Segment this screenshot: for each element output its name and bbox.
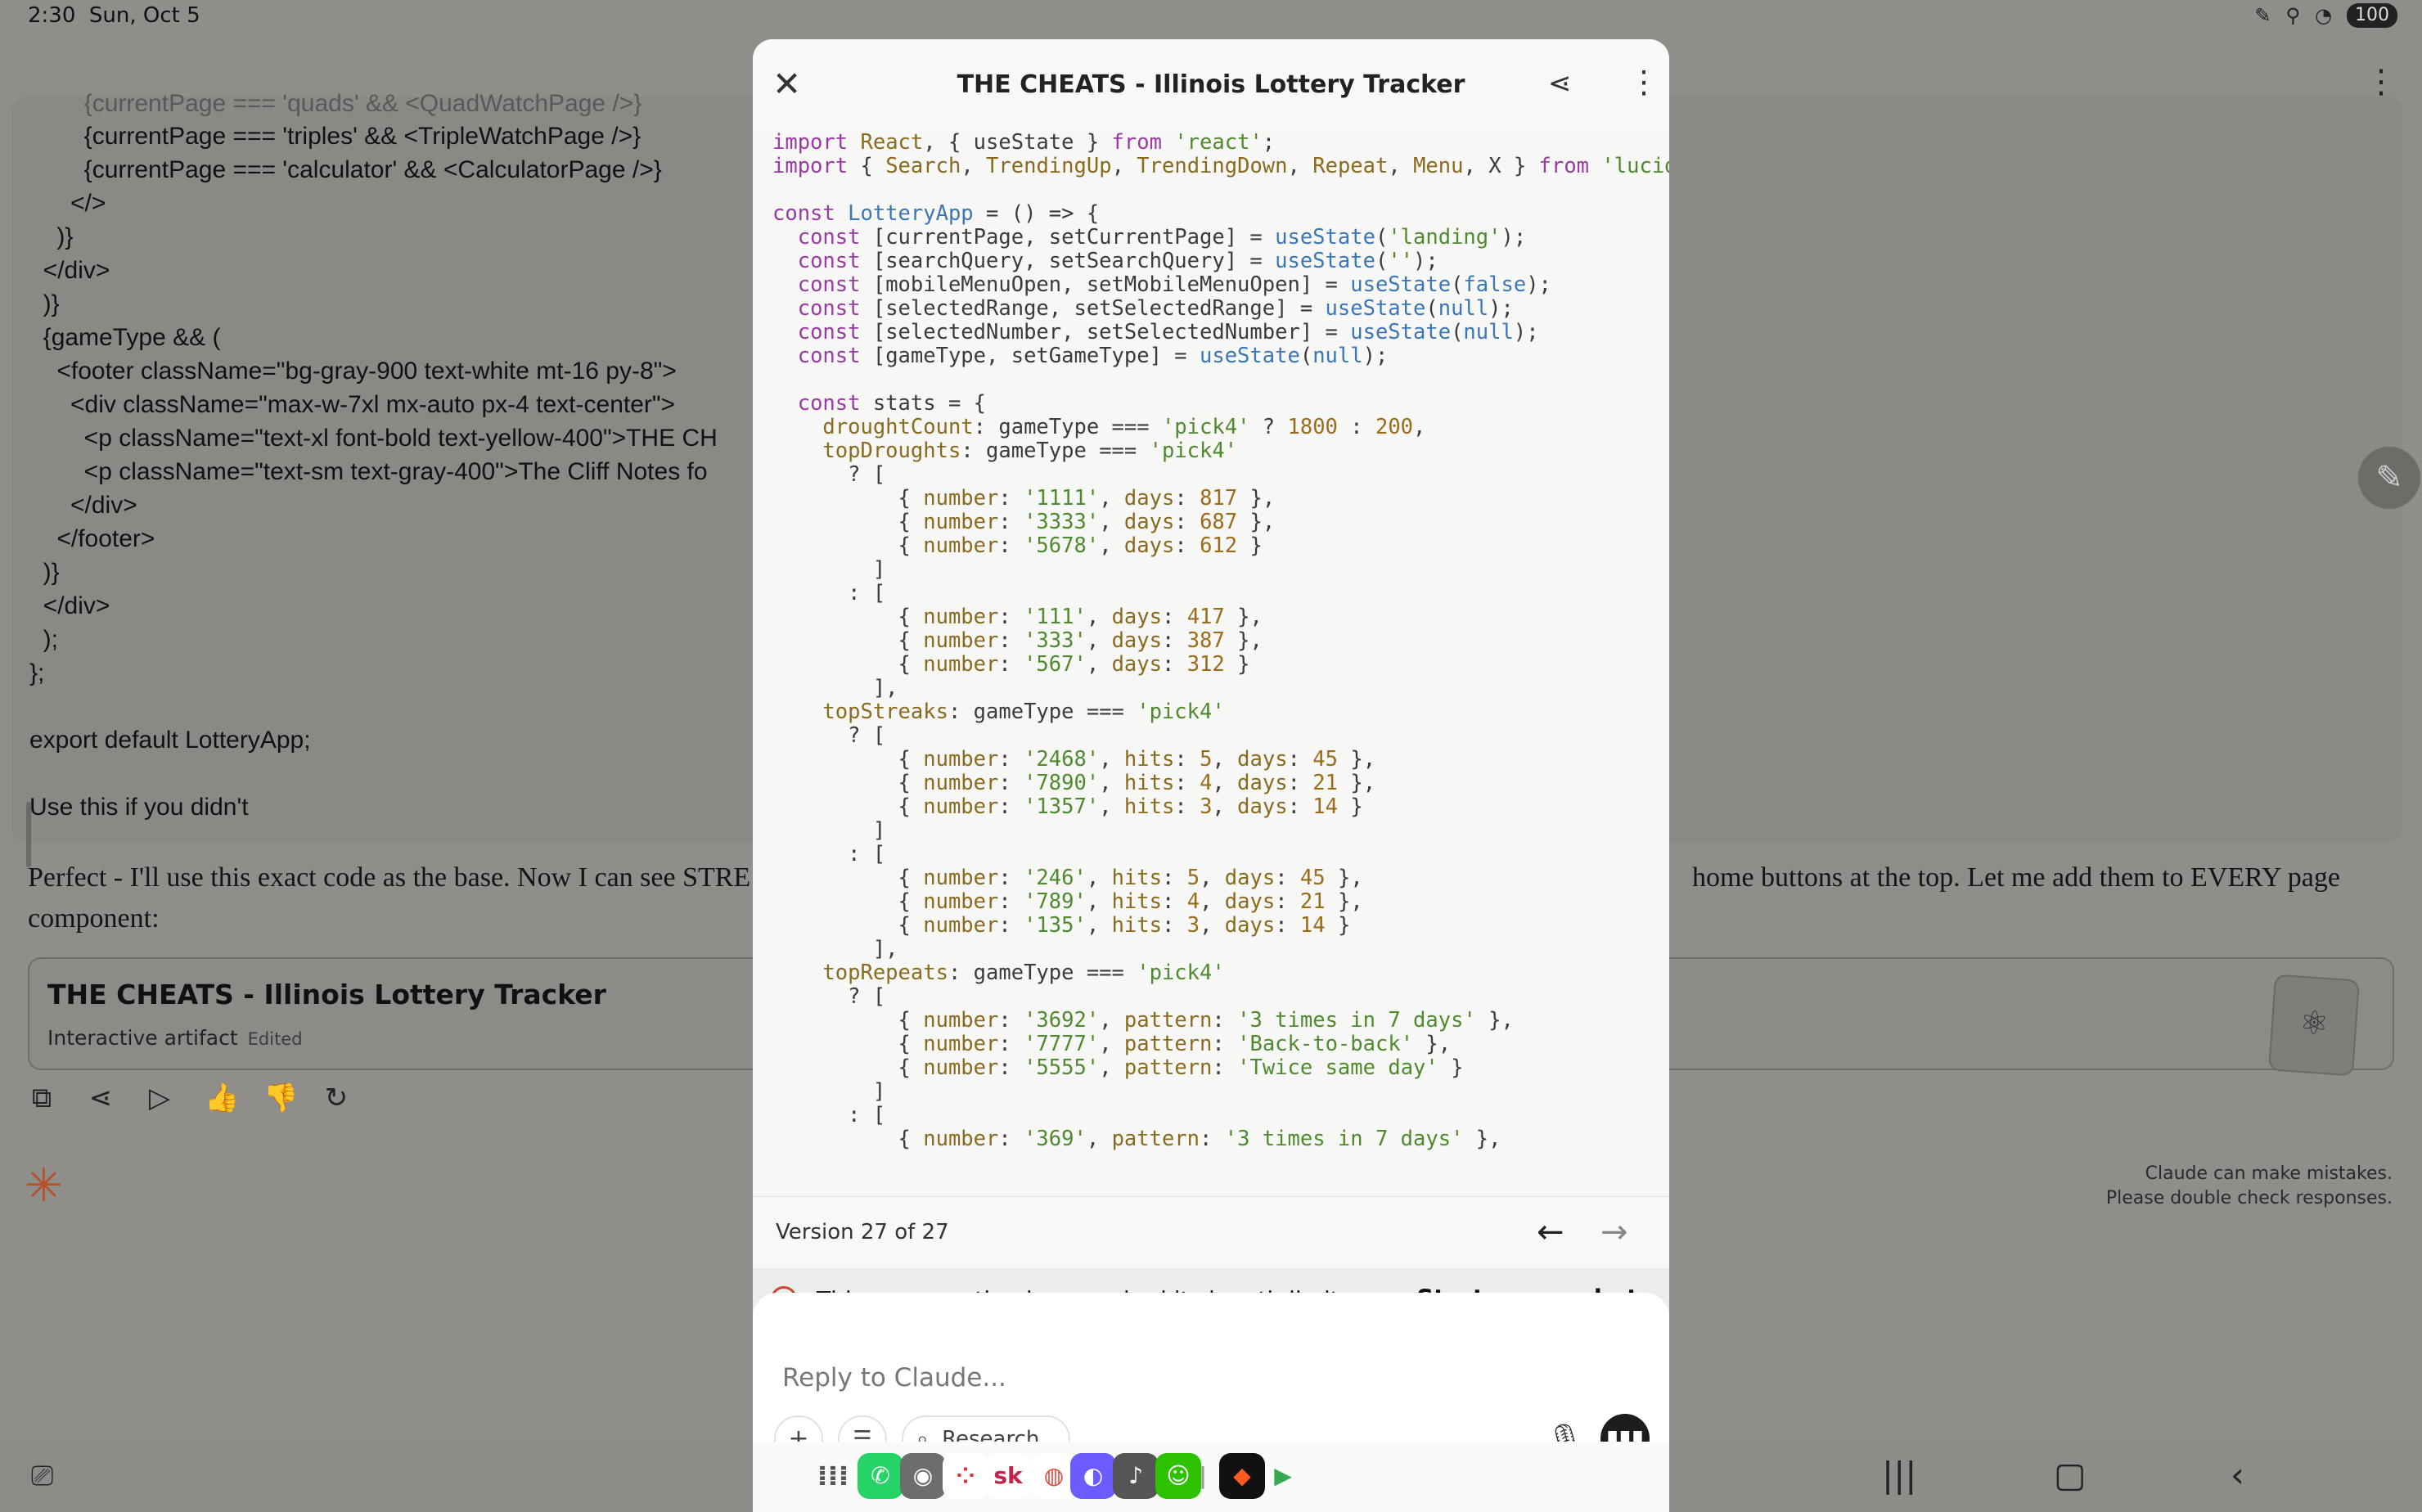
dock-divider: | <box>1198 1462 1208 1489</box>
code-line: )} <box>29 559 60 586</box>
app-drawer-icon[interactable]: ⁞⁞⁞ <box>810 1453 856 1499</box>
artifact-subtitle: Interactive artifact Edited <box>47 1026 303 1050</box>
retry-icon[interactable]: ↻ <box>322 1082 350 1114</box>
share-icon[interactable]: ⋖ <box>87 1082 115 1114</box>
code-line: <p className="text-sm text-gray-400">The… <box>29 458 708 485</box>
code-line: </div> <box>29 492 137 519</box>
modal-title: THE CHEATS - Illinois Lottery Tracker <box>957 70 1465 99</box>
code-line: {currentPage === 'triples' && <TripleWat… <box>29 123 642 150</box>
react-atom-icon: ⚛ <box>2268 974 2360 1077</box>
status-bar: 2:30 Sun, Oct 5 ✎ ⚲ ◔ 100 <box>0 0 2422 34</box>
code-line: )} <box>29 223 74 250</box>
apps-grid-icon[interactable]: ⁘ <box>943 1453 988 1499</box>
location-icon: ⚲ <box>2285 4 2301 27</box>
version-bar: Version 27 of 27 ← → <box>753 1196 1669 1269</box>
reply-input[interactable]: Reply to Claude... <box>782 1363 1006 1393</box>
code-line: </div> <box>29 592 110 619</box>
voice-recorder-icon[interactable]: ♪ <box>1113 1453 1159 1499</box>
wifi-icon: ◔ <box>2315 4 2332 27</box>
edit-pencil-icon[interactable]: ✎ <box>2358 447 2420 509</box>
modal-header: ✕ THE CHEATS - Illinois Lottery Tracker … <box>753 39 1669 131</box>
artifact-modal: ✕ THE CHEATS - Illinois Lottery Tracker … <box>753 39 1669 1512</box>
code-line: <p className="text-xl font-bold text-yel… <box>29 425 718 452</box>
code-line: <footer className="bg-gray-900 text-whit… <box>29 358 677 385</box>
code-line: Use this if you didn't <box>29 794 249 821</box>
disclaimer: Claude can make mistakes. Please double … <box>2105 1163 2393 1208</box>
version-label: Version 27 of 27 <box>776 1220 949 1244</box>
play-store-icon[interactable]: ▶ <box>1260 1453 1306 1499</box>
app-dock: ⁞⁞⁞ ✆ ◉ ⁘ sk ◍ ◐ ♪ ☺ | ◆ ▶ <box>753 1442 1669 1512</box>
battery-indicator: 100 <box>2347 3 2397 28</box>
home-icon[interactable]: ▢ <box>2054 1455 2087 1495</box>
code-line: </> <box>29 190 106 217</box>
status-time: 2:30 Sun, Oct 5 <box>28 3 200 28</box>
more-vertical-icon[interactable]: ⋮ <box>1628 64 1659 100</box>
claude-logo-icon: ✳ <box>25 1159 63 1213</box>
code-line: {gameType && ( <box>29 324 221 351</box>
artifact-edited-label: Edited <box>247 1029 303 1049</box>
code-line: )} <box>29 290 60 317</box>
thumbs-up-icon[interactable]: 👍 <box>205 1082 239 1114</box>
code-line: export default LotteryApp; <box>29 727 311 754</box>
sk-app-icon[interactable]: sk <box>985 1453 1031 1499</box>
copy-icon[interactable]: ⧉ <box>28 1082 56 1114</box>
screen-icon[interactable]: ⎚ <box>31 1460 53 1492</box>
browser-icon[interactable]: ◐ <box>1070 1453 1116 1499</box>
assistant-text-right: home buttons at the top. Let me add them… <box>1692 862 2340 893</box>
camera-icon[interactable]: ◉ <box>900 1453 946 1499</box>
code-line: </footer> <box>29 525 155 552</box>
code-line: ); <box>29 626 58 653</box>
back-icon[interactable]: ‹ <box>2231 1455 2244 1495</box>
share-icon[interactable]: ⋖ <box>1548 67 1572 100</box>
message-actions: ⧉ ⋖ ▷ 👍 👎 ↻ <box>28 1082 350 1114</box>
chat-more-icon[interactable]: ⋮ <box>2365 65 2397 98</box>
game-app-icon[interactable]: ◆ <box>1219 1453 1265 1499</box>
arrow-right-icon[interactable]: → <box>1600 1213 1628 1251</box>
thumbs-down-icon[interactable]: 👎 <box>263 1082 298 1114</box>
status-icons: ✎ ⚲ ◔ 100 <box>2254 3 2397 28</box>
user-message-code: {currentPage === 'triples' && <TripleWat… <box>29 119 718 824</box>
code-line: }; <box>29 659 45 686</box>
artifact-title: THE CHEATS - Illinois Lottery Tracker <box>47 979 606 1010</box>
code-line: {currentPage === 'calculator' && <Calcul… <box>29 156 662 183</box>
arrow-left-icon[interactable]: ← <box>1537 1213 1564 1251</box>
play-icon[interactable]: ▷ <box>146 1082 173 1114</box>
recent-apps-icon[interactable]: ||| <box>1882 1455 1916 1495</box>
whatsapp-icon[interactable]: ✆ <box>858 1453 903 1499</box>
code-line: <div className="max-w-7xl mx-auto px-4 t… <box>29 391 676 418</box>
code-viewer[interactable]: import React, { useState } from 'react';… <box>753 131 1669 1196</box>
code-line-faded: {currentPage === 'quads' && <QuadWatchPa… <box>29 90 642 117</box>
code-line: </div> <box>29 257 110 284</box>
pen-icon: ✎ <box>2254 4 2271 27</box>
code-block: import React, { useState } from 'react';… <box>772 131 1669 1151</box>
